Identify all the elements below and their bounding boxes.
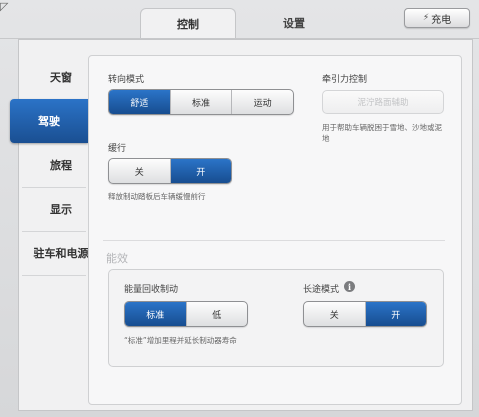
info-icon[interactable]: i: [344, 281, 355, 292]
steering-mode-segmented-control: 舒适 标准 运动: [108, 89, 294, 115]
steering-option-sport[interactable]: 运动: [232, 90, 293, 114]
range-mode-title: 长途模式: [303, 285, 340, 295]
range-mode-option-on[interactable]: 开: [365, 302, 426, 326]
regen-option-standard[interactable]: 标准: [125, 302, 187, 326]
efficiency-section-title: 能效: [106, 252, 128, 265]
range-mode-toggle: 关 开: [303, 301, 427, 327]
traction-control-hint: 用于帮助车辆脱困于雪地、沙地或泥地: [322, 123, 442, 143]
creep-hint: 释放制动踏板后车辆缓慢前行: [108, 192, 206, 201]
traction-control-title: 牵引力控制: [322, 75, 368, 85]
steering-mode-title: 转向模式: [108, 75, 145, 85]
section-divider: [103, 240, 445, 241]
creep-toggle: 关 开: [108, 158, 232, 184]
tab-control[interactable]: 控制: [140, 8, 236, 39]
corner-resize-icon: ◸: [0, 0, 9, 13]
charge-button-label: 充电: [431, 14, 452, 26]
mud-assist-button[interactable]: 泥泞路面辅助: [322, 90, 444, 114]
app-window: ◸ 控制 设置 ⚡ 充电 天窗 驾驶 旅程 显示 驻车和电源 转向模式 舒适 标…: [0, 0, 479, 417]
tab-settings[interactable]: 设置: [246, 8, 342, 38]
regen-braking-title: 能量回收制动: [124, 285, 179, 295]
regen-option-low[interactable]: 低: [187, 302, 248, 326]
regen-braking-hint: “标准”增加里程并延长制动器寿命: [124, 336, 237, 345]
regen-braking-segmented-control: 标准 低: [124, 301, 248, 327]
steering-option-comfort[interactable]: 舒适: [109, 90, 171, 114]
plug-icon: ⚡: [422, 13, 430, 23]
creep-option-on[interactable]: 开: [170, 159, 231, 183]
sidebar-item-driving[interactable]: 驾驶: [10, 99, 88, 143]
range-mode-option-off[interactable]: 关: [304, 302, 366, 326]
creep-option-off[interactable]: 关: [109, 159, 171, 183]
charge-button[interactable]: ⚡ 充电: [404, 8, 470, 28]
steering-option-standard[interactable]: 标准: [171, 90, 233, 114]
sidebar-divider: [22, 275, 86, 276]
creep-title: 缓行: [108, 144, 127, 154]
